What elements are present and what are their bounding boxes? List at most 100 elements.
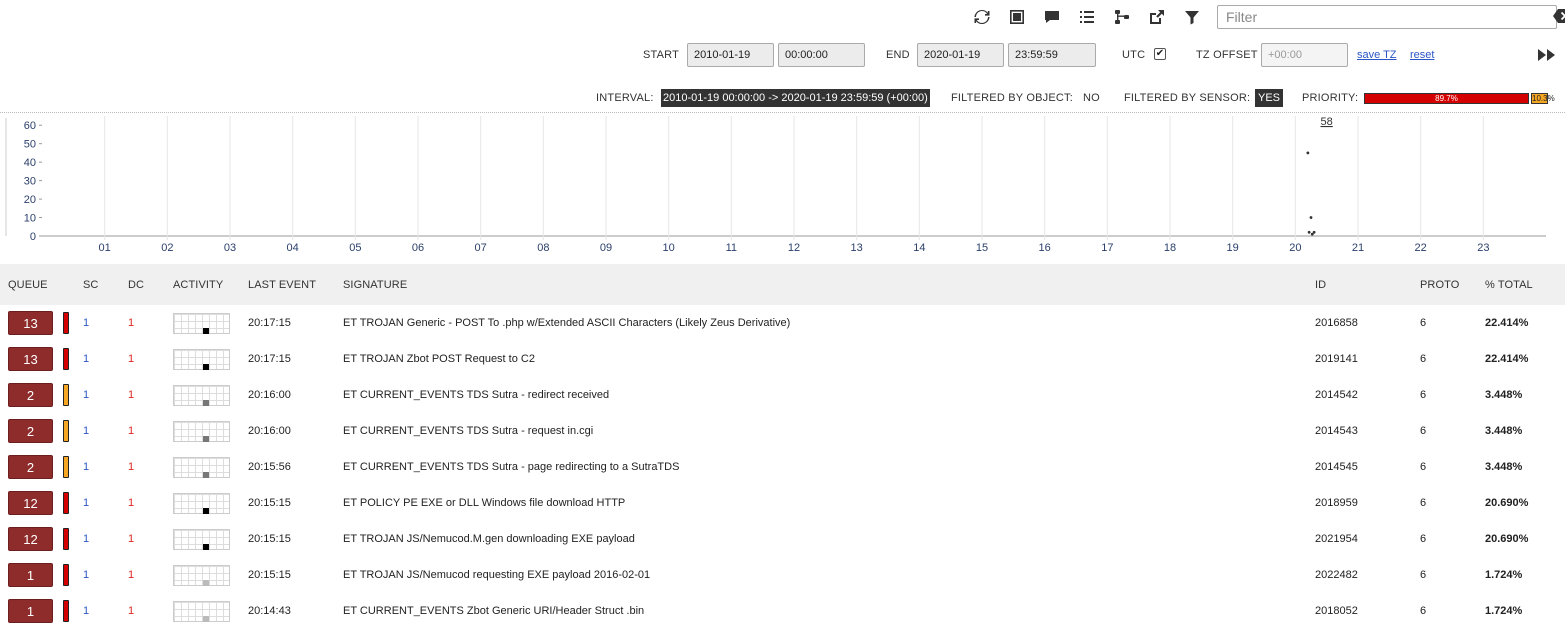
protocol: 6 <box>1420 353 1427 365</box>
dest-count[interactable]: 1 <box>128 389 134 401</box>
signature-id: 2018052 <box>1315 605 1358 617</box>
source-count[interactable]: 1 <box>83 497 89 509</box>
signature-text[interactable]: ET CURRENT_EVENTS TDS Sutra - redirect r… <box>343 389 609 401</box>
list-icon[interactable] <box>1076 6 1098 28</box>
table-row[interactable]: 12 1 1 20:15:15 ET POLICY PE EXE or DLL Wind… <box>0 485 1565 521</box>
end-label: END <box>886 49 910 61</box>
dest-count[interactable]: 1 <box>128 425 134 437</box>
status-bar: INTERVAL: 2010-01-19 00:00:00 -> 2020-01… <box>0 88 1565 108</box>
percent-total: 3.448% <box>1485 425 1523 437</box>
fast-forward-icon[interactable] <box>1538 48 1556 62</box>
source-count[interactable]: 1 <box>83 317 89 329</box>
funnel-icon[interactable] <box>1181 6 1203 28</box>
dest-count[interactable]: 1 <box>128 533 134 545</box>
activity-grid <box>173 313 230 334</box>
queue-count-button[interactable]: 2 <box>8 419 53 443</box>
activity-grid <box>173 457 230 478</box>
dest-count[interactable]: 1 <box>128 317 134 329</box>
percent-total: 20.690% <box>1485 533 1529 545</box>
dest-count[interactable]: 1 <box>128 569 134 581</box>
queue-count-button[interactable]: 13 <box>8 311 53 335</box>
priority-bar-medium: 10.3% <box>1531 93 1555 104</box>
interval-label: INTERVAL: <box>596 92 654 104</box>
queue-count-button[interactable]: 2 <box>8 455 53 479</box>
source-count[interactable]: 1 <box>83 461 89 473</box>
tz-offset-input[interactable] <box>1261 43 1348 67</box>
last-event-time: 20:17:15 <box>248 317 291 329</box>
table-row[interactable]: 1 1 1 20:15:15 ET TROJAN JS/Nemucod requesti… <box>0 557 1565 593</box>
table-row[interactable]: 13 1 1 20:17:15 ET TROJAN Generic - POST To … <box>0 305 1565 341</box>
signature-text[interactable]: ET TROJAN JS/Nemucod.M.gen downloading E… <box>343 533 635 545</box>
col-total[interactable]: % TOTAL <box>1485 279 1533 291</box>
signature-text[interactable]: ET CURRENT_EVENTS Zbot Generic URI/Heade… <box>343 605 644 617</box>
dest-count[interactable]: 1 <box>128 605 134 617</box>
table-row[interactable]: 13 1 1 20:17:15 ET TROJAN Zbot POST Request … <box>0 341 1565 377</box>
col-activity[interactable]: ACTIVITY <box>173 279 223 291</box>
queue-count-button[interactable]: 2 <box>8 383 53 407</box>
save-tz-link[interactable]: save TZ <box>1357 49 1397 61</box>
table-row[interactable]: 2 1 1 20:16:00 ET CURRENT_EVENTS TDS Sutra -… <box>0 413 1565 449</box>
end-time-input[interactable] <box>1008 43 1096 67</box>
y-tick-label: 0 <box>30 231 36 243</box>
signature-text[interactable]: ET TROJAN JS/Nemucod requesting EXE payl… <box>343 569 650 581</box>
table-row[interactable]: 12 1 1 20:15:15 ET TROJAN JS/Nemucod.M.gen d… <box>0 521 1565 557</box>
refresh-icon[interactable] <box>971 6 993 28</box>
signature-text[interactable]: ET CURRENT_EVENTS TDS Sutra - request in… <box>343 425 593 437</box>
col-queue[interactable]: QUEUE <box>8 279 48 291</box>
end-date-input[interactable] <box>917 43 1004 67</box>
queue-count-button[interactable]: 13 <box>8 347 53 371</box>
source-count[interactable]: 1 <box>83 605 89 617</box>
dest-count[interactable]: 1 <box>128 353 134 365</box>
col-dc[interactable]: DC <box>128 279 144 291</box>
utc-checkbox[interactable]: ✔ <box>1154 48 1166 60</box>
signature-text[interactable]: ET CURRENT_EVENTS TDS Sutra - page redir… <box>343 461 679 473</box>
protocol: 6 <box>1420 461 1427 473</box>
source-count[interactable]: 1 <box>83 389 89 401</box>
x-tick-label: 08 <box>537 242 549 254</box>
source-count[interactable]: 1 <box>83 425 89 437</box>
fullscreen-icon[interactable] <box>1006 6 1028 28</box>
signature-id: 2016858 <box>1315 317 1358 329</box>
toolbar <box>971 5 1565 29</box>
table-row[interactable]: 2 1 1 20:16:00 ET CURRENT_EVENTS TDS Sutra -… <box>0 377 1565 413</box>
last-event-time: 20:15:15 <box>248 497 291 509</box>
clear-filter-icon[interactable] <box>1553 9 1565 23</box>
col-sc[interactable]: SC <box>83 279 98 291</box>
col-signature[interactable]: SIGNATURE <box>343 279 407 291</box>
start-label: START <box>643 49 680 61</box>
dest-count[interactable]: 1 <box>128 461 134 473</box>
signature-text[interactable]: ET TROJAN Zbot POST Request to C2 <box>343 353 535 365</box>
last-event-time: 20:16:00 <box>248 425 291 437</box>
queue-count-button[interactable]: 12 <box>8 491 53 515</box>
signature-text[interactable]: ET POLICY PE EXE or DLL Windows file dow… <box>343 497 625 509</box>
queue-count-button[interactable]: 12 <box>8 527 53 551</box>
table-row[interactable]: 2 1 1 20:15:56 ET CURRENT_EVENTS TDS Sutra -… <box>0 449 1565 485</box>
queue-count-button[interactable]: 1 <box>8 599 53 623</box>
tree-icon[interactable] <box>1111 6 1133 28</box>
activity-mark <box>203 472 209 478</box>
queue-count-button[interactable]: 1 <box>8 563 53 587</box>
x-tick-label: 03 <box>224 242 236 254</box>
signature-id: 2014542 <box>1315 389 1358 401</box>
col-last-event[interactable]: LAST EVENT <box>248 279 316 291</box>
signature-text[interactable]: ET TROJAN Generic - POST To .php w/Exten… <box>343 317 790 329</box>
start-date-input[interactable] <box>687 43 774 67</box>
external-link-icon[interactable] <box>1146 6 1168 28</box>
table-row[interactable]: 1 1 1 20:14:43 ET CURRENT_EVENTS Zbot Generi… <box>0 593 1565 629</box>
col-id[interactable]: ID <box>1315 279 1326 291</box>
source-count[interactable]: 1 <box>83 533 89 545</box>
source-count[interactable]: 1 <box>83 569 89 581</box>
priority-indicator <box>63 312 69 334</box>
reset-link[interactable]: reset <box>1410 49 1434 61</box>
start-time-input[interactable] <box>778 43 865 67</box>
source-count[interactable]: 1 <box>83 353 89 365</box>
filter-input[interactable] <box>1217 5 1557 29</box>
signature-id: 2014545 <box>1315 461 1358 473</box>
x-tick-label: 10 <box>663 242 675 254</box>
col-proto[interactable]: PROTO <box>1420 279 1459 291</box>
priority-indicator <box>63 564 69 586</box>
activity-mark <box>203 364 209 370</box>
x-tick-label: 19 <box>1227 242 1239 254</box>
comment-icon[interactable] <box>1041 6 1063 28</box>
dest-count[interactable]: 1 <box>128 497 134 509</box>
